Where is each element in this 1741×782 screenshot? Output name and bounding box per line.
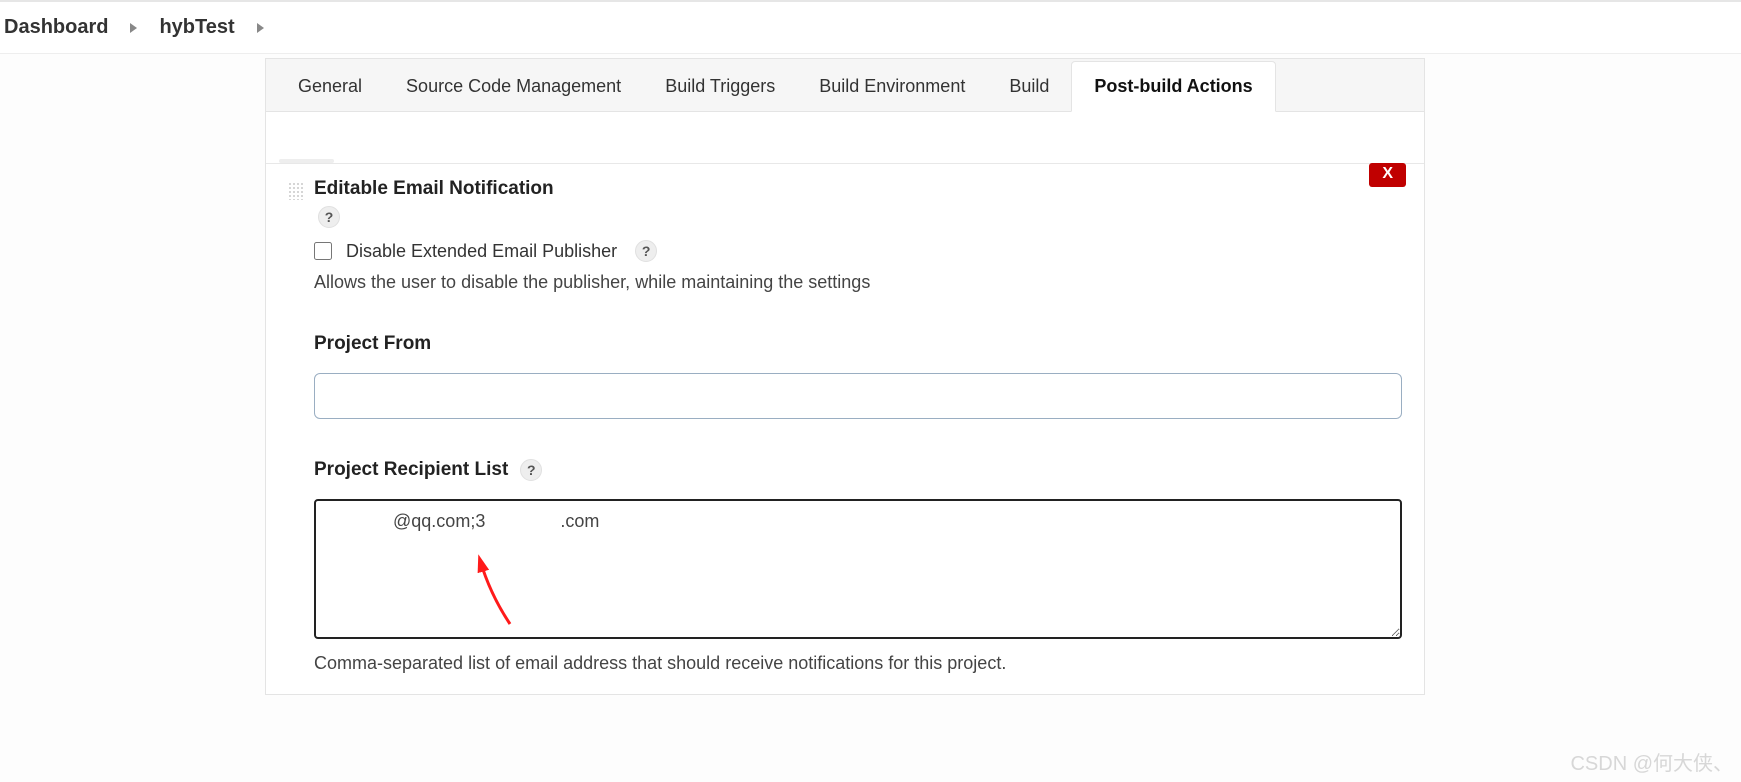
tabs-bar: General Source Code Management Build Tri… [265,58,1425,112]
disable-publisher-checkbox[interactable] [314,242,332,260]
tab-build[interactable]: Build [987,62,1071,111]
decorative-bar [279,159,334,163]
recipient-list-textarea[interactable] [314,499,1402,639]
watermark: CSDN @何大侠、 [1570,747,1733,776]
help-icon[interactable]: ? [318,206,340,228]
breadcrumb-sep-icon [130,16,137,39]
tab-general[interactable]: General [276,62,384,111]
left-gutter [0,58,265,695]
breadcrumb-item-job[interactable]: hybTest [155,16,238,39]
section-title: Editable Email Notification [314,178,554,200]
drag-handle-icon[interactable] [288,182,304,200]
help-icon[interactable]: ? [635,240,657,262]
recipient-list-hint: Comma-separated list of email address th… [314,653,1402,674]
tab-post-build-actions[interactable]: Post-build Actions [1071,61,1275,112]
breadcrumb-item-dashboard[interactable]: Dashboard [0,16,112,39]
breadcrumb-sep-icon [257,16,264,39]
tab-build-environment[interactable]: Build Environment [797,62,987,111]
post-build-panel: Editable Email Notification X ? Disable … [265,112,1425,695]
project-from-input[interactable] [314,373,1402,419]
tab-scm[interactable]: Source Code Management [384,62,643,111]
project-from-label: Project From [314,333,431,355]
tab-build-triggers[interactable]: Build Triggers [643,62,797,111]
recipient-list-label: Project Recipient List [314,459,508,481]
disable-publisher-hint: Allows the user to disable the publisher… [314,272,1402,293]
help-icon[interactable]: ? [520,459,542,481]
breadcrumb: Dashboard hybTest [0,2,1741,54]
disable-publisher-label: Disable Extended Email Publisher [346,241,617,262]
delete-section-button[interactable]: X [1369,163,1406,187]
